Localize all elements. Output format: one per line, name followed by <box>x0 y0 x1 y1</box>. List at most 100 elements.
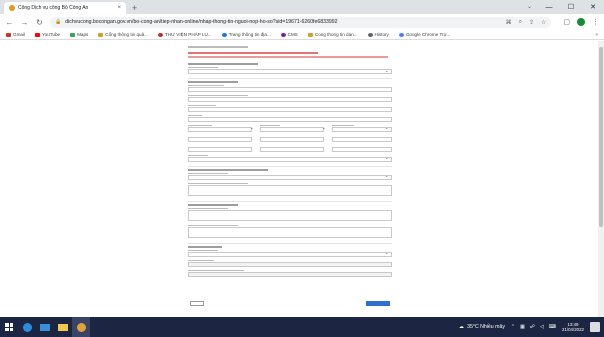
new-tab-button[interactable]: + <box>132 2 137 14</box>
date-field[interactable] <box>260 147 324 152</box>
bookmark-citizen-portal[interactable]: Cong thong tin dan... <box>307 32 358 37</box>
browser-tab[interactable]: Cổng Dịch vụ công Bộ Công An × <box>4 2 126 14</box>
close-window-icon[interactable]: ✕ <box>582 0 604 14</box>
text-field[interactable] <box>188 262 392 267</box>
section-label <box>188 63 258 65</box>
weather-widget[interactable]: ☁ 35°C Nhiều mây <box>459 324 505 330</box>
taskbar-app-edge[interactable] <box>18 317 36 337</box>
select-field[interactable] <box>188 175 392 180</box>
text-field[interactable] <box>332 137 392 142</box>
wifi-icon[interactable]: ☍ <box>530 324 535 330</box>
bookmark-chrome-help[interactable]: Google Chrome Trợ... <box>398 32 450 37</box>
text-field[interactable] <box>332 147 392 152</box>
text-field[interactable] <box>260 137 324 142</box>
taskbar-app-mail[interactable] <box>36 317 54 337</box>
scrollbar-thumb[interactable] <box>599 47 603 227</box>
gmail-icon <box>6 32 11 37</box>
select-field[interactable] <box>188 252 392 257</box>
clock[interactable]: 13:49 21/04/2022 <box>562 322 584 333</box>
text-field[interactable] <box>188 147 252 152</box>
keyboard-icon[interactable]: ⌨ <box>549 324 556 330</box>
bookmark-star-icon[interactable]: ☆ <box>541 19 546 26</box>
select-field[interactable] <box>188 69 392 74</box>
form-notice-line <box>188 52 318 54</box>
page-scrollbar[interactable] <box>598 41 604 317</box>
textarea-field[interactable] <box>188 227 392 238</box>
start-button[interactable] <box>0 317 18 337</box>
translate-icon[interactable]: ⌘ <box>506 19 512 26</box>
mail-icon <box>40 323 50 331</box>
site-favicon-icon <box>9 5 15 11</box>
section-label <box>188 246 222 248</box>
select-field[interactable] <box>188 107 392 112</box>
url-text[interactable]: dichvucong.bocongan.gov.vn/bo-cong-an/ti… <box>65 19 337 25</box>
chevron-down-icon[interactable]: ⌄ <box>385 250 388 255</box>
section-label <box>188 169 268 171</box>
textarea-field[interactable] <box>188 185 392 196</box>
field-label <box>188 95 248 97</box>
more-bookmarks-icon[interactable]: » <box>595 32 598 38</box>
menu-icon[interactable]: ⋮ <box>592 18 599 26</box>
text-field[interactable] <box>188 272 392 277</box>
taskbar-app-chrome[interactable] <box>72 317 90 337</box>
text-field[interactable] <box>188 97 392 102</box>
field-label <box>188 270 244 272</box>
edge-icon <box>22 322 32 332</box>
bookmark-portal[interactable]: Cổng thông tin quả... <box>98 32 148 37</box>
back-icon[interactable]: ← <box>5 18 14 27</box>
address-bar[interactable]: 🔒 dichvucong.bocongan.gov.vn/bo-cong-an/… <box>50 16 552 28</box>
field-label <box>188 225 238 227</box>
lock-icon[interactable]: 🔒 <box>55 19 61 25</box>
back-button[interactable] <box>190 301 204 306</box>
share-icon[interactable]: ⇪ <box>529 19 534 26</box>
tab-search-icon[interactable]: ⌄ <box>527 3 532 10</box>
bookmark-law-library[interactable]: THƯ VIỆN PHÁP LU... <box>157 32 212 37</box>
bookmark-gmail[interactable]: Gmail <box>6 32 25 37</box>
text-field[interactable] <box>188 117 392 122</box>
field-label <box>188 173 228 175</box>
taskbar-app-explorer[interactable] <box>54 317 72 337</box>
forward-icon[interactable]: → <box>20 18 29 27</box>
bookmark-maps[interactable]: Maps <box>70 32 88 37</box>
application-form: ⌄ ⌄ ⌄ ⌄ ⌄ ⌄ ⌄ <box>188 45 392 313</box>
chevron-down-icon[interactable]: ⌄ <box>385 68 388 73</box>
bookmark-cms[interactable]: CMS <box>280 32 298 37</box>
portal-star-icon <box>307 32 313 37</box>
show-hidden-icons-icon[interactable]: ⌃ <box>511 324 515 330</box>
portal-icon <box>98 32 104 37</box>
cms-icon <box>280 32 286 37</box>
chevron-down-icon[interactable]: ⌄ <box>385 125 388 130</box>
section-label <box>188 204 238 206</box>
network-icon[interactable]: ▦ <box>520 324 525 330</box>
chevron-down-icon[interactable]: ⌄ <box>322 125 325 130</box>
textarea-field[interactable] <box>188 210 392 221</box>
close-tab-icon[interactable]: × <box>117 5 121 11</box>
bookmark-history[interactable]: History <box>367 32 389 37</box>
bookmark-youtube[interactable]: YouTube <box>35 32 60 37</box>
continue-button[interactable] <box>366 301 390 306</box>
minimize-icon[interactable]: — <box>538 0 560 14</box>
zoom-icon[interactable]: ⌕ <box>519 19 522 26</box>
tab-strip: Cổng Dịch vụ công Bộ Công An × + ⌄ — ☐ ✕ <box>0 0 604 14</box>
maximize-icon[interactable]: ☐ <box>560 0 582 14</box>
folder-icon <box>58 323 68 331</box>
google-icon <box>398 32 404 37</box>
chevron-down-icon[interactable]: ⌄ <box>385 173 388 178</box>
province-select[interactable] <box>188 127 252 132</box>
select-field[interactable] <box>188 157 392 162</box>
text-field[interactable] <box>188 137 252 142</box>
text-field[interactable] <box>188 87 392 92</box>
field-label <box>188 125 212 127</box>
district-select[interactable] <box>260 127 324 132</box>
extensions-icon[interactable]: ▢ <box>563 18 570 26</box>
chevron-down-icon[interactable]: ⌄ <box>250 125 253 130</box>
notification-icon[interactable] <box>590 322 600 332</box>
field-label <box>188 105 216 107</box>
youtube-icon <box>35 32 40 37</box>
ward-select[interactable] <box>332 127 392 132</box>
volume-icon[interactable]: ◁ <box>540 324 544 330</box>
chevron-down-icon[interactable]: ⌄ <box>385 155 388 160</box>
profile-avatar-icon[interactable] <box>577 18 585 26</box>
reload-icon[interactable]: ↻ <box>35 18 44 27</box>
bookmark-local-info[interactable]: Trang thông tin địa... <box>221 32 271 37</box>
